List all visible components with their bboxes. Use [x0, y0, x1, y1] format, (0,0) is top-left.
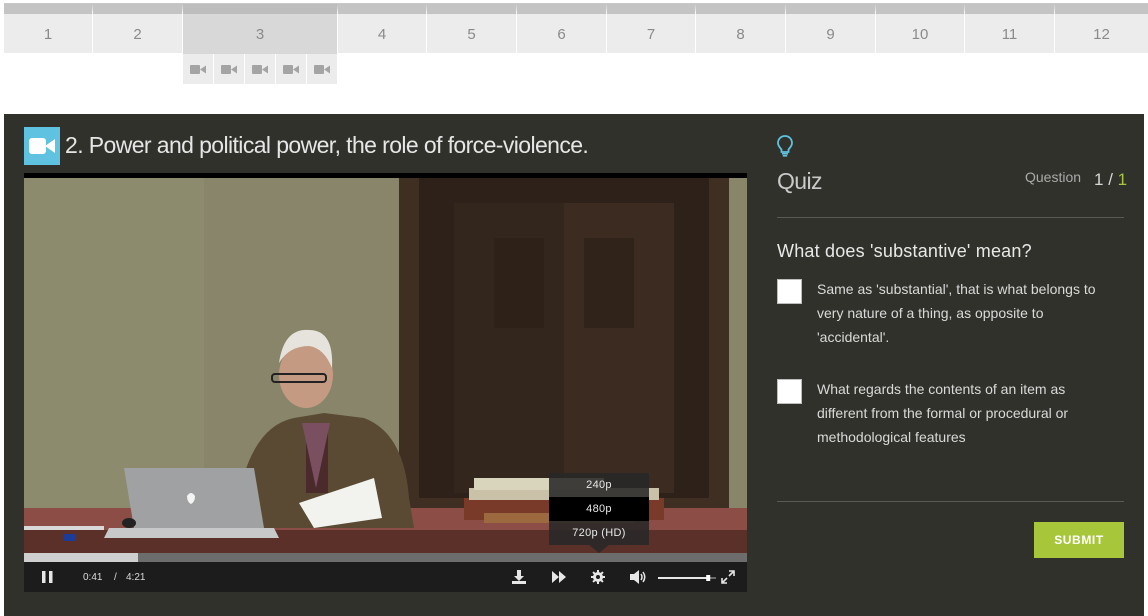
lesson-nav: 1 2 3 4 5 6 7 8 9 10 11 12	[4, 3, 1148, 54]
volume-icon	[630, 570, 646, 584]
lesson-tab-1[interactable]: 1	[4, 4, 93, 54]
pause-icon	[41, 571, 52, 583]
progress-fill	[24, 553, 138, 562]
settings-button[interactable]	[589, 568, 607, 586]
submit-button[interactable]: SUBMIT	[1034, 522, 1124, 558]
unit-video-5[interactable]	[307, 54, 337, 84]
quality-option-720p[interactable]: 720p (HD)	[549, 521, 649, 545]
lesson-tab-7[interactable]: 7	[607, 4, 696, 54]
lesson-tab-8[interactable]: 8	[696, 4, 786, 54]
lesson-tab-3[interactable]: 3	[183, 4, 338, 54]
download-icon	[512, 570, 526, 584]
duration: 4:21	[126, 572, 146, 583]
lesson-tab-10[interactable]: 10	[876, 4, 965, 54]
lesson-tab-9[interactable]: 9	[786, 4, 876, 54]
player-controls: 0:41 / 4:21	[24, 562, 747, 592]
lesson-tab-12[interactable]: 12	[1055, 4, 1148, 54]
settings-gear-icon	[591, 570, 605, 584]
video-camera-icon	[190, 64, 206, 74]
lightbulb-icon	[777, 135, 793, 162]
download-button[interactable]	[510, 568, 528, 586]
fast-forward-icon	[551, 571, 566, 583]
unit-list	[183, 54, 338, 84]
answer-checkbox-1[interactable]	[777, 279, 802, 304]
quality-menu-pointer	[589, 545, 609, 553]
video-camera-icon	[29, 138, 55, 154]
quality-option-480p[interactable]: 480p	[549, 497, 649, 521]
volume-button[interactable]	[628, 568, 650, 586]
progress-bar[interactable]	[24, 553, 747, 562]
question-counter: 1 / 1	[1094, 170, 1127, 190]
unit-video-1[interactable]	[183, 54, 213, 84]
video-camera-icon	[221, 64, 237, 74]
answer-checkbox-2[interactable]	[777, 379, 802, 404]
quality-menu: 240p 480p 720p (HD)	[549, 473, 649, 545]
unit-video-2[interactable]	[214, 54, 244, 84]
question-text: What does 'substantive' mean?	[777, 241, 1032, 261]
answer-text-1[interactable]: Same as 'substantial', that is what belo…	[817, 277, 1107, 349]
question-label: Question	[1025, 169, 1082, 185]
fullscreen-button[interactable]	[719, 568, 737, 586]
video-player[interactable]: 240p 480p 720p (HD) 0:41 / 4:21	[24, 173, 747, 592]
quiz-divider-top	[777, 217, 1124, 218]
volume-handle[interactable]	[706, 575, 711, 581]
current-time: 0:41	[83, 572, 103, 583]
video-camera-icon	[283, 64, 299, 74]
time-separator: /	[114, 572, 117, 583]
video-title: 2. Power and political power, the role o…	[65, 132, 589, 158]
lesson-tab-5[interactable]: 5	[427, 4, 517, 54]
answer-option-2[interactable]: What regards the contents of an item as …	[777, 379, 1117, 449]
video-badge	[24, 127, 60, 165]
pause-button[interactable]	[40, 569, 54, 585]
lesson-tab-2[interactable]: 2	[93, 4, 183, 54]
lesson-tab-4[interactable]: 4	[338, 4, 427, 54]
volume-slider[interactable]	[658, 575, 716, 581]
unit-video-3[interactable]	[245, 54, 275, 84]
answer-option-1[interactable]: Same as 'substantial', that is what belo…	[777, 279, 1117, 349]
fast-forward-button[interactable]	[549, 568, 569, 586]
volume-level	[658, 577, 711, 579]
question-counter-separator: /	[1103, 170, 1118, 189]
question-total: 1	[1117, 170, 1128, 189]
quiz-divider-bottom	[777, 501, 1124, 502]
lesson-tab-6[interactable]: 6	[517, 4, 607, 54]
volume-track	[658, 575, 716, 581]
lesson-content-panel: 2. Power and political power, the role o…	[4, 114, 1144, 616]
video-camera-icon	[252, 64, 268, 74]
unit-video-4[interactable]	[276, 54, 306, 84]
answer-text-2[interactable]: What regards the contents of an item as …	[817, 377, 1107, 449]
quiz-title: Quiz	[777, 168, 823, 194]
fullscreen-icon	[721, 570, 735, 584]
video-camera-icon	[314, 64, 330, 74]
lesson-tab-11[interactable]: 11	[965, 4, 1055, 54]
quality-option-240p[interactable]: 240p	[549, 473, 649, 497]
